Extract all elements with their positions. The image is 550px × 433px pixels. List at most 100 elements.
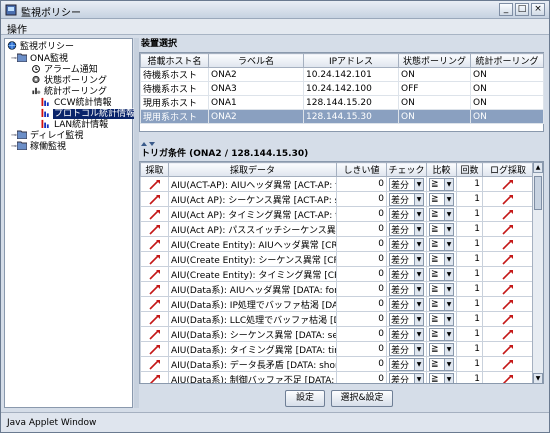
tree-node-lan-stats[interactable]: LAN統計情報: [41, 119, 109, 130]
compare-cell[interactable]: ≧ ▼: [426, 266, 457, 282]
scroll-down-icon[interactable]: ▼: [533, 373, 543, 383]
chevron-down-icon[interactable]: ▼: [414, 343, 423, 355]
trigger-row[interactable]: AIU(Act AP): パススイッチシーケンス異常 [A...0差分▼≧▼1: [140, 221, 534, 237]
collect-cell[interactable]: [140, 191, 169, 207]
collect-toggle-icon[interactable]: [148, 194, 161, 205]
collect-cell[interactable]: [140, 341, 169, 357]
tree-node-ccw-stats[interactable]: CCW統計情報: [41, 97, 112, 108]
column-header[interactable]: ラベル名: [208, 53, 304, 68]
tree-node-stats-polling[interactable]: 統計ポーリング: [31, 86, 108, 97]
check-select[interactable]: 差分 ▼: [389, 177, 424, 191]
chevron-down-icon[interactable]: ▼: [414, 223, 423, 235]
log-cell[interactable]: [482, 176, 534, 192]
chevron-down-icon[interactable]: ▼: [444, 343, 453, 355]
threshold-cell[interactable]: 0: [336, 251, 387, 267]
threshold-cell[interactable]: 0: [336, 221, 387, 237]
trigger-row[interactable]: AIU(Act AP): タイミング異常 [ACT-AP: timin...0差…: [140, 206, 534, 222]
compare-select[interactable]: ≧ ▼: [429, 312, 454, 326]
count-cell[interactable]: 1: [456, 251, 483, 267]
check-select[interactable]: 差分 ▼: [389, 267, 424, 281]
check-cell[interactable]: 差分 ▼: [386, 281, 427, 297]
check-select[interactable]: 差分 ▼: [389, 282, 424, 296]
log-cell[interactable]: [482, 311, 534, 327]
trigger-row[interactable]: AIU(Data系): データ長矛盾 [DATA: short len...0差…: [140, 356, 534, 372]
threshold-cell[interactable]: 0: [336, 341, 387, 357]
trigger-row[interactable]: AIU(Data系): LLC処理でバッファ枯渇 [DAT...0差分▼≧▼1: [140, 311, 534, 327]
compare-select[interactable]: ≧ ▼: [429, 192, 454, 206]
count-cell[interactable]: 1: [456, 296, 483, 312]
count-cell[interactable]: 1: [456, 266, 483, 282]
compare-select[interactable]: ≧ ▼: [429, 372, 454, 383]
compare-cell[interactable]: ≧ ▼: [426, 326, 457, 342]
log-toggle-icon[interactable]: [502, 224, 514, 235]
collect-toggle-icon[interactable]: [148, 284, 161, 295]
collect-toggle-icon[interactable]: [148, 239, 161, 250]
tree-node-uptime[interactable]: 稼働監視: [17, 141, 67, 152]
collect-cell[interactable]: [140, 221, 169, 237]
chevron-down-icon[interactable]: ▼: [414, 313, 423, 325]
compare-select[interactable]: ≧ ▼: [429, 177, 454, 191]
log-cell[interactable]: [482, 251, 534, 267]
chevron-down-icon[interactable]: ▼: [444, 328, 453, 340]
check-cell[interactable]: 差分 ▼: [386, 311, 427, 327]
collect-toggle-icon[interactable]: [148, 314, 161, 325]
log-cell[interactable]: [482, 326, 534, 342]
log-cell[interactable]: [482, 341, 534, 357]
chevron-down-icon[interactable]: ▼: [414, 358, 423, 370]
chevron-down-icon[interactable]: ▼: [414, 253, 423, 265]
policy-tree[interactable]: 監視ポリシー ⊸ ONA監視 アラーム通知 状態ポーリング 統計ポーリング CC…: [4, 38, 137, 408]
log-toggle-icon[interactable]: [502, 329, 514, 340]
device-row[interactable]: 現用系ホスト ONA1 128.144.15.20 ON ON: [140, 95, 544, 110]
device-row[interactable]: 現用系ホスト ONA2 128.144.15.30 ON ON: [140, 109, 544, 124]
compare-select[interactable]: ≧ ▼: [429, 282, 454, 296]
log-cell[interactable]: [482, 371, 534, 383]
chevron-down-icon[interactable]: ▼: [444, 268, 453, 280]
chevron-down-icon[interactable]: ▼: [414, 328, 423, 340]
compare-select[interactable]: ≧ ▼: [429, 342, 454, 356]
trigger-row[interactable]: AIU(Data系): タイミング異常 [DATA: timing ...0差分…: [140, 341, 534, 357]
select-and-set-button[interactable]: 選択&設定: [331, 390, 393, 407]
check-select[interactable]: 差分 ▼: [389, 357, 424, 371]
compare-cell[interactable]: ≧ ▼: [426, 371, 457, 383]
check-select[interactable]: 差分 ▼: [389, 222, 424, 236]
compare-select[interactable]: ≧ ▼: [429, 237, 454, 251]
compare-cell[interactable]: ≧ ▼: [426, 311, 457, 327]
column-header[interactable]: しきい値: [336, 162, 387, 177]
check-cell[interactable]: 差分 ▼: [386, 236, 427, 252]
chevron-down-icon[interactable]: ▼: [414, 298, 423, 310]
log-cell[interactable]: [482, 221, 534, 237]
trigger-row[interactable]: AIU(Data系): シーケンス異常 [DATA: seque...0差分▼≧…: [140, 326, 534, 342]
count-cell[interactable]: 1: [456, 206, 483, 222]
chevron-down-icon[interactable]: ▼: [444, 223, 453, 235]
trigger-scrollbar[interactable]: ▲ ▼: [532, 162, 543, 383]
tree-node-ona[interactable]: ONA監視: [17, 53, 69, 64]
device-row[interactable]: 待機系ホスト ONA3 10.24.142.100 OFF ON: [140, 81, 544, 96]
log-toggle-icon[interactable]: [502, 359, 514, 370]
compare-cell[interactable]: ≧ ▼: [426, 206, 457, 222]
collect-toggle-icon[interactable]: [148, 254, 161, 265]
log-toggle-icon[interactable]: [502, 254, 514, 265]
log-cell[interactable]: [482, 236, 534, 252]
check-select[interactable]: 差分 ▼: [389, 252, 424, 266]
log-toggle-icon[interactable]: [502, 314, 514, 325]
tree-node-status-polling[interactable]: 状態ポーリング: [31, 75, 108, 86]
column-header[interactable]: 統計ポーリング: [470, 53, 544, 68]
scroll-up-icon[interactable]: ▲: [533, 162, 543, 173]
check-cell[interactable]: 差分 ▼: [386, 206, 427, 222]
log-cell[interactable]: [482, 296, 534, 312]
check-select[interactable]: 差分 ▼: [389, 237, 424, 251]
compare-cell[interactable]: ≧ ▼: [426, 176, 457, 192]
tree-node-delay[interactable]: ディレイ監視: [17, 130, 84, 141]
chevron-down-icon[interactable]: ▼: [444, 253, 453, 265]
trigger-row[interactable]: AIU(Data系): AIUヘッダ異常 [DATA: format ...0差…: [140, 281, 534, 297]
check-cell[interactable]: 差分 ▼: [386, 356, 427, 372]
chevron-down-icon[interactable]: ▼: [444, 178, 453, 190]
collect-cell[interactable]: [140, 371, 169, 383]
column-header[interactable]: チェック: [386, 162, 427, 177]
count-cell[interactable]: 1: [456, 341, 483, 357]
log-cell[interactable]: [482, 266, 534, 282]
collect-toggle-icon[interactable]: [148, 269, 161, 280]
chevron-down-icon[interactable]: ▼: [444, 298, 453, 310]
compare-cell[interactable]: ≧ ▼: [426, 281, 457, 297]
chevron-down-icon[interactable]: ▼: [444, 313, 453, 325]
